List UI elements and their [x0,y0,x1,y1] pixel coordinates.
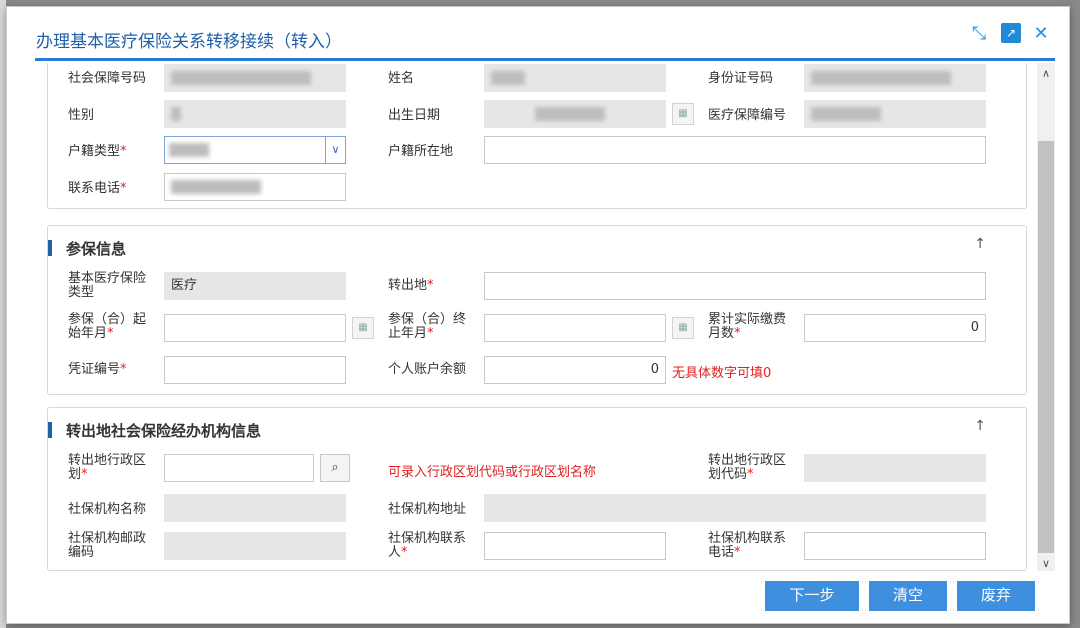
medical-no-label: 医疗保障编号 [708,108,787,123]
search-icon[interactable]: ⌕ [320,454,350,482]
agency-name-field [164,494,346,522]
phone-label: 联系电话* [68,181,127,196]
voucher-label: 凭证编号* [68,362,127,377]
basic-type-label: 基本医疗保险类型 [68,271,147,300]
section-marker [48,240,52,256]
hukou-place-input[interactable] [484,136,986,164]
end-calendar-icon[interactable]: ▦ [672,317,694,339]
contact-phone-label: 社保机构联系电话* [708,531,787,560]
birth-calendar-icon[interactable]: ▦ [672,103,694,125]
months-input[interactable]: 0 [804,314,986,342]
hukou-type-select[interactable]: ∨ [164,136,346,164]
months-label: 累计实际缴费月数* [708,312,787,341]
personal-info-panel: 社会保障号码 姓名 身份证号码 性别 出生日期 ▦ 医疗保障编号 户籍类型* ∨… [47,63,1027,209]
medical-no-field [804,100,986,128]
insurance-info-panel: 参保信息 ↑ 基本医疗保险类型 医疗 转出地* 参保（合）起始年月* ▦ 参保（… [47,225,1027,395]
postcode-label: 社保机构邮政编码 [68,531,147,560]
region-code-field [804,454,986,482]
transfer-out-input[interactable] [484,272,986,300]
agency-panel-header: 转出地社会保险经办机构信息 ↑ [48,408,1026,448]
gender-field [164,100,346,128]
balance-label: 个人账户余额 [388,362,467,377]
arrow-up-icon[interactable]: ↑ [974,236,986,252]
clear-button[interactable]: 清空 [869,581,947,611]
agency-panel-title: 转出地社会保险经办机构信息 [66,422,262,440]
end-date-label: 参保（合）终止年月* [388,312,467,341]
start-calendar-icon[interactable]: ▦ [352,317,374,339]
open-external-icon[interactable]: ↗ [1001,23,1021,43]
next-step-button[interactable]: 下一步 [765,581,859,611]
ssn-label: 社会保障号码 [68,71,147,86]
id-label: 身份证号码 [708,71,774,86]
contact-phone-input[interactable] [804,532,986,560]
birth-field [484,100,666,128]
id-field [804,64,986,92]
title-divider [35,58,1055,61]
section-marker [48,422,52,438]
start-date-label: 参保（合）起始年月* [68,312,147,341]
insurance-panel-title: 参保信息 [66,240,127,258]
scrollbar-thumb[interactable] [1038,141,1054,553]
scroll-down-icon[interactable]: ∨ [1037,557,1055,571]
insurance-panel-header: 参保信息 ↑ [48,226,1026,266]
birth-label: 出生日期 [388,108,441,123]
agency-address-label: 社保机构地址 [388,502,467,517]
region-code-label: 转出地行政区划代码* [708,453,787,482]
name-field [484,64,666,92]
contact-input[interactable] [484,532,666,560]
vertical-scrollbar[interactable]: ∧ ∨ [1037,63,1055,571]
phone-input[interactable] [164,173,346,201]
dialog-titlebar: 办理基本医疗保险关系转移接续（转入） ⤡ ↗ ✕ [7,7,1069,61]
hukou-place-label: 户籍所在地 [388,144,454,159]
contact-label: 社保机构联系人* [388,531,467,560]
balance-input[interactable]: 0 [484,356,666,384]
region-label: 转出地行政区划* [68,453,147,482]
end-date-input[interactable] [484,314,666,342]
dialog-title: 办理基本医疗保险关系转移接续（转入） [36,32,342,52]
basic-type-field: 医疗 [164,272,346,300]
start-date-input[interactable] [164,314,346,342]
chevron-down-icon[interactable]: ∨ [325,137,345,163]
hukou-type-label: 户籍类型* [68,144,127,159]
name-label: 姓名 [388,71,415,86]
region-hint: 可录入行政区划代码或行政区划名称 [388,465,597,480]
scroll-up-icon[interactable]: ∧ [1037,67,1055,81]
transfer-dialog: 办理基本医疗保险关系转移接续（转入） ⤡ ↗ ✕ 社会保障号码 姓名 身份证号码… [6,6,1070,624]
agency-name-label: 社保机构名称 [68,502,147,517]
discard-button[interactable]: 废弃 [957,581,1035,611]
dialog-content: 社会保障号码 姓名 身份证号码 性别 出生日期 ▦ 医疗保障编号 户籍类型* ∨… [7,63,1037,571]
agency-address-field [484,494,986,522]
postcode-field [164,532,346,560]
balance-hint: 无具体数字可填0 [672,366,772,381]
voucher-input[interactable] [164,356,346,384]
region-input[interactable] [164,454,314,482]
agency-info-panel: 转出地社会保险经办机构信息 ↑ 转出地行政区划* ⌕ 可录入行政区划代码或行政区… [47,407,1027,571]
close-icon[interactable]: ✕ [1031,23,1051,44]
gender-label: 性别 [68,108,95,123]
ssn-field [164,64,346,92]
resize-icon[interactable]: ⤡ [969,23,989,44]
arrow-up-icon[interactable]: ↑ [974,418,986,434]
transfer-out-label: 转出地* [388,278,434,293]
